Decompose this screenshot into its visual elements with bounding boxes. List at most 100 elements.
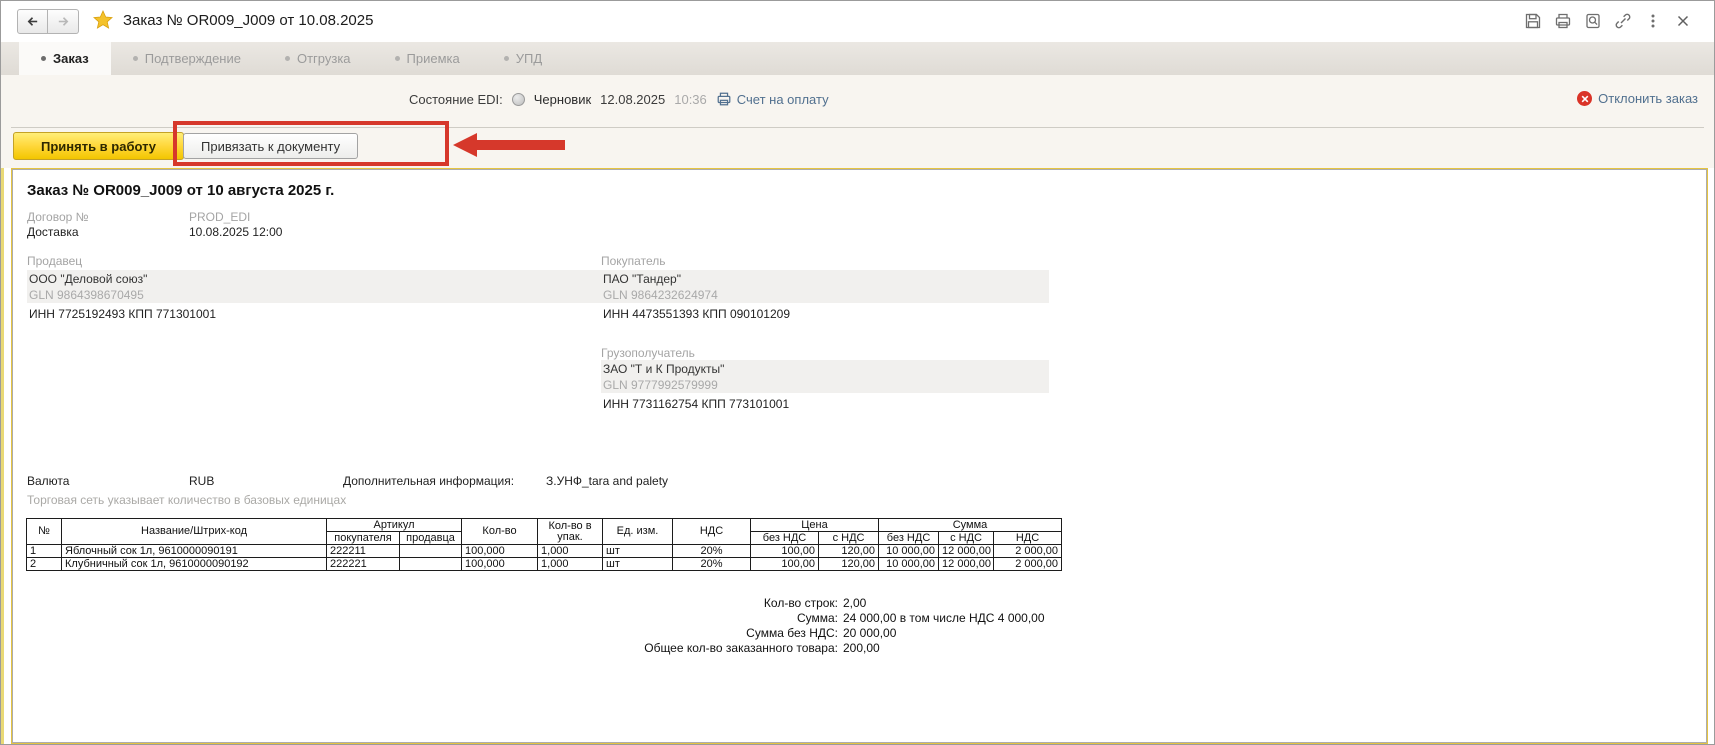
total-label: Сумма без НДС: [26,626,838,641]
tab-label: Заказ [53,51,89,66]
edi-state-text: Черновик [534,92,591,107]
annotation-arrow-icon [453,131,565,159]
col-qty: Кол-во [462,519,538,545]
col-price: Цена [751,519,879,532]
order-window: Заказ № OR009_J009 от 10.08.2025 [0,0,1715,745]
tab-bullet-icon [504,56,509,61]
cell-qty-pack: 1,000 [538,545,603,558]
tab-upd[interactable]: УПД [482,42,564,75]
cell-vat: 20% [673,545,751,558]
table-row[interactable]: 1 Яблочный сок 1л, 9610000090191 222211 … [27,545,1062,558]
tab-bullet-icon [395,56,400,61]
total-value: 24 000,00 в том числе НДС 4 000,00 [843,611,1045,626]
history-nav [17,9,79,34]
save-icon[interactable] [1523,11,1542,30]
totals-block: Кол-во строк: 2,00 Сумма: 24 000,00 в то… [26,596,1176,656]
buyer-gln: GLN 9864232624974 [603,288,718,302]
favorite-star-icon[interactable] [93,10,113,30]
total-sum-wo-vat: Сумма без НДС: 20 000,00 [26,626,1176,641]
edi-status-line: Состояние EDI: Черновик 12.08.2025 10:36… [409,91,829,107]
tab-order[interactable]: Заказ [19,42,111,75]
tab-shipment[interactable]: Отгрузка [263,42,373,75]
additional-info-label: Дополнительная информация: [343,474,514,488]
arrow-left-icon [25,14,40,29]
tab-confirmation[interactable]: Подтверждение [111,42,263,75]
cell-sum-wo-vat: 10 000,00 [879,545,939,558]
more-menu-icon[interactable] [1643,11,1662,30]
cell-sum-w-vat: 12 000,00 [939,558,994,571]
back-button[interactable] [17,9,48,34]
total-ordered-qty: Общее кол-во заказанного товара: 200,00 [26,641,1176,656]
link-icon[interactable] [1613,11,1632,30]
status-toolbar-panel: Состояние EDI: Черновик 12.08.2025 10:36… [1,75,1714,168]
buyer-name: ПАО "Тандер" [603,272,681,286]
cell-sum-w-vat: 12 000,00 [939,545,994,558]
total-lines-count: Кол-во строк: 2,00 [26,596,1176,611]
col-unit: Ед. изм. [603,519,673,545]
reject-order-link[interactable]: Отклонить заказ [1577,91,1698,106]
col-sum-w-vat: с НДС [939,532,994,545]
invoice-link-label: Счет на оплату [737,92,829,107]
total-value: 2,00 [843,596,866,611]
cell-num: 2 [27,558,62,571]
document-title: Заказ № OR009_J009 от 10 августа 2025 г. [27,182,334,199]
close-icon[interactable] [1673,11,1692,30]
cell-sum-vat: 2 000,00 [994,545,1062,558]
total-value: 20 000,00 [843,626,896,641]
tab-bar: Заказ Подтверждение Отгрузка Приемка УПД [1,42,1714,75]
seller-name: ООО "Деловой союз" [29,272,147,286]
invoice-link[interactable]: Счет на оплату [716,91,829,107]
cell-num: 1 [27,545,62,558]
cell-unit: шт [603,545,673,558]
buyer-label: Покупатель [601,254,665,268]
title-bar: Заказ № OR009_J009 от 10.08.2025 [1,1,1714,42]
tab-label: УПД [516,51,542,66]
window-title: Заказ № OR009_J009 от 10.08.2025 [123,12,373,29]
col-article-buyer: покупателя [327,532,400,545]
accept-to-work-button[interactable]: Принять в работу [13,132,184,160]
cell-article-buyer: 222221 [327,558,400,571]
col-qty-pack: Кол-во в упак. [538,519,603,545]
cell-price-w-vat: 120,00 [819,558,879,571]
items-table: № Название/Штрих-код Артикул Кол-во Кол-… [26,518,1062,571]
col-num: № [27,519,62,545]
col-article-seller: продавца [400,532,462,545]
col-price-wo-vat: без НДС [751,532,819,545]
cell-price-wo-vat: 100,00 [751,558,819,571]
cell-name: Яблочный сок 1л, 9610000090191 [62,545,327,558]
print-icon[interactable] [1553,11,1572,30]
table-header-row: № Название/Штрих-код Артикул Кол-во Кол-… [27,519,1062,532]
tab-bullet-icon [133,56,138,61]
additional-info-value: З.УНФ_tara and palety [546,474,668,488]
col-sum-wo-vat: без НДС [879,532,939,545]
seller-label: Продавец [27,254,82,268]
consignee-name: ЗАО "Т и К Продукты" [603,362,724,376]
cell-article-seller [400,545,462,558]
cell-unit: шт [603,558,673,571]
delivery-value: 10.08.2025 12:00 [189,225,282,239]
col-sum-vat: НДС [994,532,1062,545]
printer-small-icon [716,91,732,107]
consignee-gln: GLN 9777992579999 [603,378,718,392]
cell-sum-wo-vat: 10 000,00 [879,558,939,571]
forward-button[interactable] [48,9,79,34]
seller-gln: GLN 9864398670495 [29,288,144,302]
tab-bullet-icon [285,56,290,61]
col-name: Название/Штрих-код [62,519,327,545]
base-units-note: Торговая сеть указывает количество в баз… [27,493,346,507]
buyer-inn: ИНН 4473551393 КПП 090101209 [603,307,790,321]
reject-cross-icon [1577,91,1592,106]
col-sum: Сумма [879,519,1062,532]
cell-qty-pack: 1,000 [538,558,603,571]
tab-label: Приемка [407,51,460,66]
col-price-w-vat: с НДС [819,532,879,545]
document-view: Заказ № OR009_J009 от 10 августа 2025 г.… [12,169,1707,743]
bind-to-document-button[interactable]: Привязать к документу [183,133,358,159]
cell-sum-vat: 2 000,00 [994,558,1062,571]
preview-icon[interactable] [1583,11,1602,30]
document-frame: Заказ № OR009_J009 от 10 августа 2025 г.… [11,168,1708,744]
tab-acceptance[interactable]: Приемка [373,42,482,75]
cell-price-wo-vat: 100,00 [751,545,819,558]
table-row[interactable]: 2 Клубничный сок 1л, 9610000090192 22222… [27,558,1062,571]
header-icons [1523,11,1692,30]
